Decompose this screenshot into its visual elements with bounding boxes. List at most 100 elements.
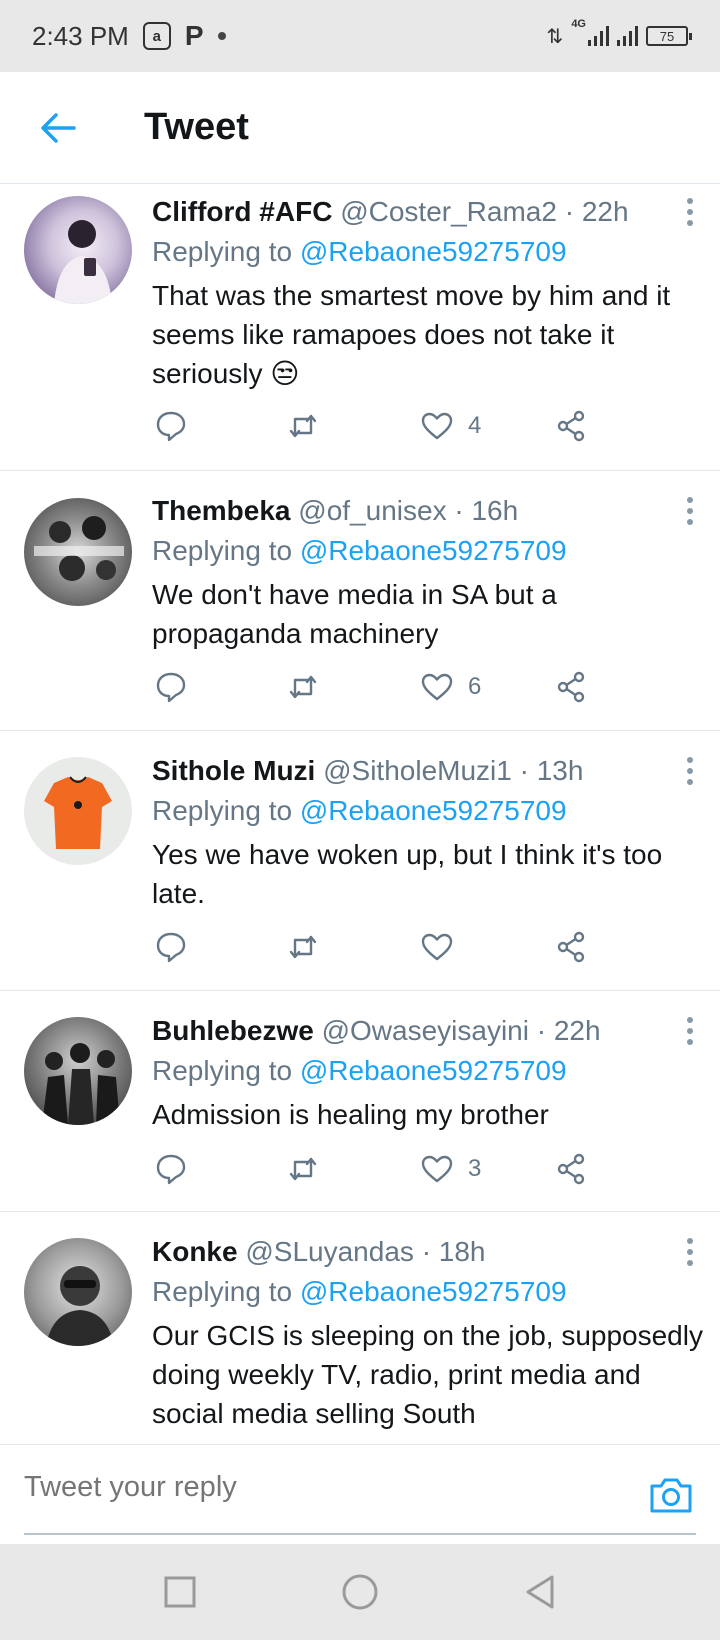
replying-to: Replying to @Rebaone59275709 (152, 791, 704, 831)
retweet-icon (289, 675, 317, 699)
share-button[interactable] (554, 927, 588, 967)
tweet-header: Thembeka @of_unisex · 16h (152, 491, 704, 531)
retweet-button[interactable] (286, 667, 320, 707)
reply-icon (156, 672, 186, 703)
retweet-button[interactable] (286, 406, 320, 446)
retweet-button[interactable] (286, 1149, 320, 1189)
more-options-icon[interactable] (686, 1017, 694, 1045)
list-item[interactable]: Thembeka @of_unisex · 16h Replying to @R… (0, 471, 720, 731)
display-name[interactable]: Konke (152, 1236, 238, 1267)
more-options-icon[interactable] (686, 1238, 694, 1266)
list-item[interactable]: Buhlebezwe @Owaseyisayini · 22h Replying… (0, 991, 720, 1212)
avatar[interactable] (24, 1017, 132, 1125)
tweet-header: Clifford #AFC @Coster_Rama2 · 22h (152, 192, 704, 232)
tweet-actions: 4 (152, 406, 632, 446)
like-button[interactable] (420, 927, 468, 967)
user-handle: @SitholeMuzi1 (323, 755, 512, 786)
more-options-icon[interactable] (686, 198, 694, 226)
tweet-text: We don't have media in SA but a propagan… (152, 579, 557, 649)
display-name[interactable]: Clifford #AFC (152, 196, 332, 227)
reply-button[interactable] (154, 1149, 188, 1189)
network-type-label: 4G (571, 18, 586, 30)
mention-link[interactable]: @Rebaone59275709 (300, 1276, 567, 1307)
heart-icon (421, 933, 453, 961)
user-handle: @SLuyandas (245, 1236, 414, 1267)
share-icon (557, 671, 585, 703)
mention-link[interactable]: @Rebaone59275709 (300, 535, 567, 566)
share-button[interactable] (554, 406, 588, 446)
tweet-actions (152, 927, 632, 967)
tweet-text: That was the smartest move by him and it… (152, 280, 671, 389)
tweet-header: Sithole Muzi @SitholeMuzi1 · 13h (152, 751, 704, 791)
share-icon (557, 410, 585, 442)
recents-square-icon[interactable] (160, 1572, 200, 1612)
status-bar: 2:43 PM a P ⇅ 4G 75 (0, 0, 720, 72)
share-button[interactable] (554, 1149, 588, 1189)
user-handle: @Coster_Rama2 (340, 196, 557, 227)
reply-button[interactable] (154, 927, 188, 967)
like-button[interactable]: 4 (420, 406, 481, 446)
tweet-time: · 22h (536, 1015, 601, 1046)
battery-icon: 75 (646, 26, 692, 46)
avatar[interactable] (24, 1238, 132, 1346)
list-item[interactable]: Clifford #AFC @Coster_Rama2 · 22h Replyi… (0, 184, 720, 471)
signal-strength-2-icon (617, 26, 638, 46)
tweet-text: Admission is healing my brother (152, 1099, 549, 1130)
mention-link[interactable]: @Rebaone59275709 (300, 236, 567, 267)
heart-icon (421, 673, 453, 701)
replying-to: Replying to @Rebaone59275709 (152, 1051, 704, 1091)
arrow-left-icon[interactable] (38, 108, 78, 148)
top-app-bar: Tweet (0, 72, 720, 184)
like-count: 4 (468, 412, 482, 439)
replying-to: Replying to @Rebaone59275709 (152, 531, 704, 571)
display-name[interactable]: Sithole Muzi (152, 755, 315, 786)
display-name[interactable]: Thembeka (152, 495, 291, 526)
avatar[interactable] (24, 498, 132, 606)
replying-label: Replying to (152, 535, 293, 566)
reply-icon (156, 411, 186, 442)
like-button[interactable]: 6 (420, 667, 481, 707)
like-button[interactable]: 3 (420, 1149, 481, 1189)
tweet-time: · 22h (564, 196, 629, 227)
share-button[interactable] (554, 667, 588, 707)
like-count: 6 (468, 673, 482, 700)
user-handle: @of_unisex (298, 495, 447, 526)
mention-link[interactable]: @Rebaone59275709 (300, 1055, 567, 1086)
reply-input[interactable] (24, 1471, 584, 1504)
reply-button[interactable] (154, 406, 188, 446)
tweet-actions: 3 (152, 1149, 632, 1189)
tweet-text: Yes we have woken up, but I think it's t… (152, 839, 663, 909)
display-name[interactable]: Buhlebezwe (152, 1015, 314, 1046)
tweet-time: · 16h (454, 495, 519, 526)
heart-icon (421, 412, 453, 440)
list-item[interactable]: Sithole Muzi @SitholeMuzi1 · 13h Replyin… (0, 731, 720, 991)
avatar[interactable] (24, 757, 132, 865)
replying-label: Replying to (152, 795, 293, 826)
retweet-icon (289, 1157, 317, 1181)
data-activity-icon: ⇅ (546, 25, 564, 48)
more-options-icon[interactable] (686, 757, 694, 785)
tweet-time: · 18h (421, 1236, 486, 1267)
home-circle-icon[interactable] (340, 1572, 380, 1612)
replying-to: Replying to @Rebaone59275709 (152, 1272, 704, 1312)
replying-label: Replying to (152, 236, 293, 267)
avatar[interactable] (24, 196, 132, 304)
reply-icon (156, 1154, 186, 1185)
reply-button[interactable] (154, 667, 188, 707)
list-item[interactable]: Konke @SLuyandas · 18h Replying to @Reba… (0, 1212, 720, 1444)
tweet-time: · 13h (519, 755, 584, 786)
reply-input-underline (24, 1533, 696, 1535)
replies-list[interactable]: Clifford #AFC @Coster_Rama2 · 22h Replyi… (0, 184, 720, 1444)
mention-link[interactable]: @Rebaone59275709 (300, 795, 567, 826)
p-notification-icon: P (184, 20, 204, 51)
like-count: 3 (468, 1155, 482, 1182)
tweet-text: Our GCIS is sleeping on the job, suppose… (152, 1320, 703, 1429)
more-options-icon[interactable] (686, 497, 694, 525)
tweet-header: Buhlebezwe @Owaseyisayini · 22h (152, 1011, 704, 1051)
retweet-icon (289, 935, 317, 959)
camera-icon[interactable] (648, 1475, 694, 1515)
back-triangle-icon[interactable] (520, 1572, 560, 1612)
retweet-button[interactable] (286, 927, 320, 967)
signal-strength-icon (588, 26, 609, 46)
tweet-actions: 6 (152, 667, 632, 707)
